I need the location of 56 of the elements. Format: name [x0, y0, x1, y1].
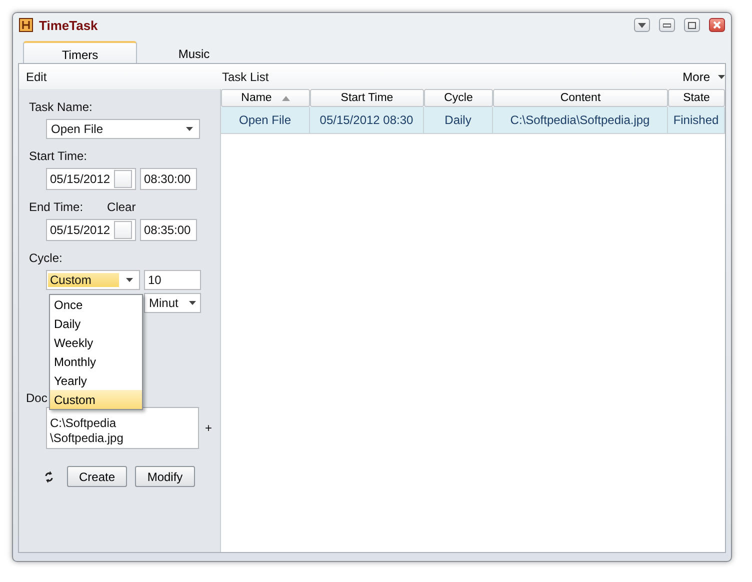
- table-row[interactable]: Open File 05/15/2012 08:30 Daily C:\Softpedia\Softpedia.jpg Finished: [221, 107, 725, 134]
- table-cell: Daily: [424, 107, 493, 134]
- field-label: End Time:: [29, 200, 84, 214]
- menu-item[interactable]: Monthly: [50, 352, 142, 371]
- unit-dropdown[interactable]: Minut: [144, 293, 201, 313]
- field-label: Task Name:: [29, 100, 92, 114]
- window-title: TimeTask: [39, 18, 99, 32]
- minimize-icon: [663, 22, 671, 28]
- table-cell: Finished: [668, 107, 725, 134]
- sort-icon: [282, 96, 290, 100]
- menu-item[interactable]: Once: [50, 295, 142, 314]
- minimize-button[interactable]: [659, 18, 675, 32]
- menu-item[interactable]: Weekly: [50, 333, 142, 352]
- cycle-dropdown[interactable]: Custom: [46, 270, 140, 290]
- table-cell: C:\Softpedia\Softpedia.jpg: [493, 107, 668, 134]
- menu-item[interactable]: Yearly: [50, 371, 142, 390]
- tab[interactable]: Music: [137, 41, 251, 63]
- menu-item[interactable]: Daily: [50, 314, 142, 333]
- table-cell: Open File: [221, 107, 310, 134]
- panel-header: Edit: [25, 70, 48, 84]
- interval-field[interactable]: 10: [144, 270, 201, 290]
- column-header[interactable]: Name: [221, 89, 310, 107]
- date-field[interactable]: 05/15/2012: [46, 219, 136, 241]
- field-label: Doc: [26, 391, 48, 405]
- menu-item[interactable]: Custom: [50, 390, 142, 409]
- date-field[interactable]: 05/15/2012: [46, 168, 136, 190]
- document-field[interactable]: C:\Softpedia \Softpedia.jpg: [46, 407, 199, 449]
- caret-icon: [186, 127, 193, 131]
- action-button[interactable]: Create: [67, 466, 127, 487]
- more-button[interactable]: More: [682, 66, 725, 87]
- app-icon: [19, 18, 33, 32]
- table-cell: 05/15/2012 08:30: [310, 107, 424, 134]
- column-header[interactable]: Content: [493, 89, 668, 107]
- field-label: Start Time:: [29, 149, 88, 163]
- task-name-dropdown[interactable]: Open File: [46, 119, 200, 139]
- refresh-icon[interactable]: [45, 470, 53, 482]
- time-field[interactable]: 08:30:00: [140, 168, 197, 190]
- add-button[interactable]: +: [205, 421, 212, 435]
- action-button[interactable]: Modify: [135, 466, 195, 487]
- field-label: Cycle:: [29, 251, 62, 265]
- caret-icon: [126, 278, 133, 282]
- menu-button[interactable]: [634, 18, 650, 32]
- caret-icon: [638, 22, 646, 28]
- tab[interactable]: Timers: [23, 41, 137, 63]
- close-button[interactable]: [709, 18, 725, 32]
- clear-link[interactable]: Clear: [107, 200, 136, 214]
- caret-icon: [718, 74, 725, 78]
- caret-icon: [189, 301, 196, 305]
- column-header[interactable]: State: [668, 89, 725, 107]
- column-header[interactable]: Start Time: [310, 89, 424, 107]
- close-icon: [713, 21, 721, 29]
- panel-header: Task List: [222, 70, 270, 84]
- maximize-icon: [688, 22, 696, 28]
- column-header[interactable]: Cycle: [424, 89, 493, 107]
- time-field[interactable]: 08:35:00: [140, 219, 197, 241]
- maximize-button[interactable]: [684, 18, 700, 32]
